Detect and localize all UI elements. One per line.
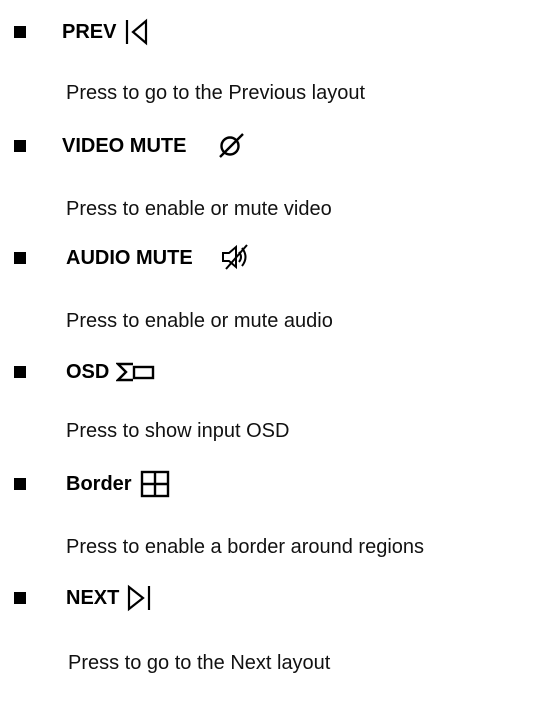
item-description: Press to enable or mute audio: [66, 310, 333, 332]
item-label: NEXT: [66, 587, 120, 609]
item-label: AUDIO MUTE: [66, 247, 193, 269]
previous-layout-icon: [125, 18, 148, 46]
item-label: OSD: [66, 361, 110, 383]
bullet: [14, 252, 26, 264]
next-layout-icon: [127, 584, 151, 612]
bullet: [14, 26, 26, 38]
item-label: PREV: [62, 21, 117, 43]
item-description: Press to enable or mute video: [66, 198, 332, 220]
item-label: VIDEO MUTE: [62, 135, 187, 157]
item-description: Press to go to the Next layout: [68, 652, 331, 674]
border-grid-icon: [140, 470, 170, 498]
item-description: Press to show input OSD: [66, 420, 290, 442]
item-description: Press to go to the Previous layout: [66, 82, 366, 104]
osd-icon: [116, 362, 155, 382]
audio-mute-icon: [222, 244, 248, 270]
bullet: [14, 592, 26, 604]
bullet: [14, 366, 26, 378]
item-description: Press to enable a border around regions: [66, 536, 425, 558]
video-mute-icon: [219, 133, 244, 158]
bullet: [14, 140, 26, 152]
item-label: Border: [66, 473, 132, 495]
bullet: [14, 478, 26, 490]
